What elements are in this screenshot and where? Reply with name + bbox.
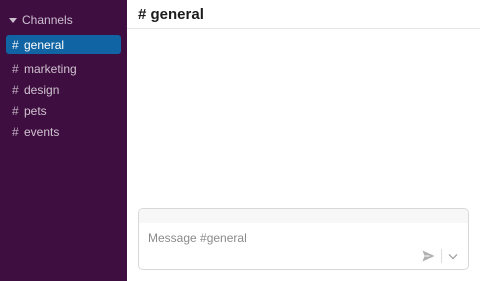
- sidebar-item-events[interactable]: # events: [6, 122, 121, 141]
- sidebar-item-marketing[interactable]: # marketing: [6, 59, 121, 78]
- sidebar-item-label: pets: [24, 103, 47, 118]
- sidebar-item-general[interactable]: # general: [6, 35, 121, 54]
- composer-toolbar: [139, 209, 468, 223]
- sidebar-item-label: general: [24, 37, 65, 52]
- message-input[interactable]: [148, 230, 408, 246]
- hash-icon: #: [12, 82, 19, 97]
- send-options-button[interactable]: [446, 249, 460, 263]
- channels-section-label: Channels: [22, 13, 73, 27]
- sidebar-item-label: marketing: [24, 61, 77, 76]
- sidebar-item-label: design: [24, 82, 60, 97]
- hash-icon: #: [12, 37, 19, 52]
- sidebar: Channels # general # marketing # design …: [0, 0, 127, 281]
- chevron-down-icon: [448, 253, 458, 259]
- sidebar-item-pets[interactable]: # pets: [6, 101, 121, 120]
- hash-icon: #: [12, 61, 19, 76]
- sidebar-item-design[interactable]: # design: [6, 80, 121, 99]
- message-composer: [138, 208, 469, 270]
- sidebar-item-label: events: [24, 124, 60, 139]
- caret-down-icon[interactable]: [9, 17, 17, 23]
- channel-header: # general: [127, 0, 480, 29]
- channel-title: # general: [138, 5, 204, 23]
- hash-icon: #: [12, 124, 19, 139]
- send-icon: [422, 250, 434, 262]
- hash-icon: #: [12, 103, 19, 118]
- main-pane: # general: [127, 0, 480, 281]
- composer-divider: [441, 249, 442, 263]
- channels-section-header[interactable]: Channels: [9, 12, 73, 28]
- send-button[interactable]: [421, 249, 435, 263]
